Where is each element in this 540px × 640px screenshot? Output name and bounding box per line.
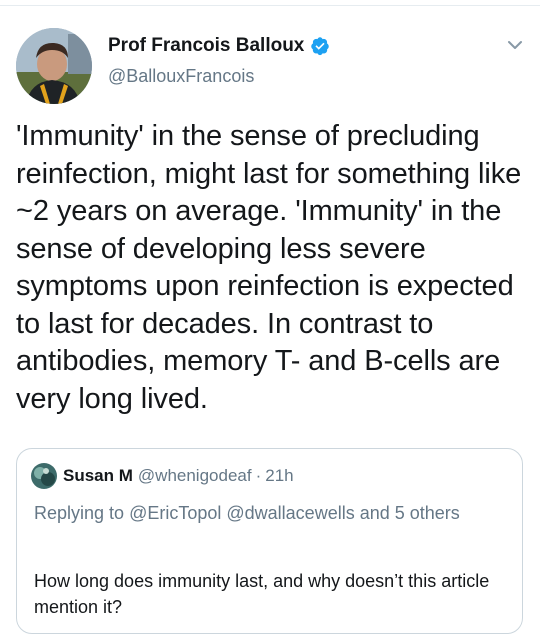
author-name[interactable]: Prof Francois Balloux — [108, 35, 304, 57]
replying-to-line: Replying to @EricTopol @dwallacewells an… — [34, 499, 504, 527]
quoted-timestamp[interactable]: 21h — [265, 466, 293, 486]
author-avatar-image — [16, 28, 92, 104]
chevron-down-icon[interactable] — [504, 34, 526, 56]
quoted-tweet-text: How long does immunity last, and why doe… — [34, 571, 490, 617]
quoted-tweet[interactable]: Susan M @whenigodeaf · 21h Replying to @… — [16, 448, 523, 634]
separator-dot: · — [255, 466, 262, 485]
author-name-row: Prof Francois Balloux — [108, 34, 330, 58]
author-block: Prof Francois Balloux @BallouxFrancois — [108, 34, 330, 87]
replying-to-users[interactable]: @EricTopol @dwallacewells and 5 others — [129, 503, 460, 523]
replying-to-prefix: Replying to — [34, 503, 125, 523]
author-avatar[interactable] — [16, 28, 92, 104]
quoted-author-handle[interactable]: @whenigodeaf — [138, 466, 252, 486]
quoted-author-name[interactable]: Susan M — [63, 466, 133, 486]
tweet-text: 'Immunity' in the sense of precluding re… — [16, 120, 522, 415]
verified-badge-icon — [310, 36, 330, 56]
quoted-tweet-header: Susan M @whenigodeaf · 21h — [31, 463, 294, 489]
tweet: Prof Francois Balloux @BallouxFrancois '… — [0, 0, 540, 640]
author-handle[interactable]: @BallouxFrancois — [108, 66, 330, 87]
quoted-author-avatar[interactable] — [31, 463, 57, 489]
